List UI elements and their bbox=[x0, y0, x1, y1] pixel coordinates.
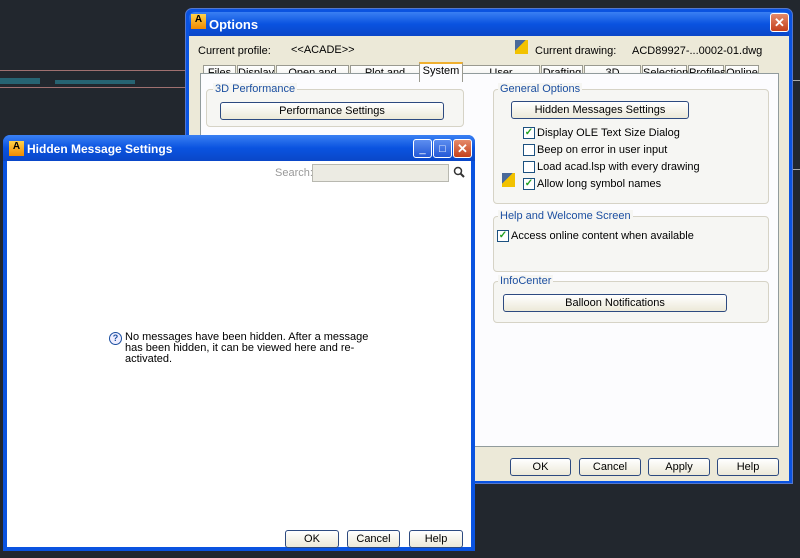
checkbox[interactable]: ✓ bbox=[523, 178, 535, 190]
search-input[interactable] bbox=[312, 164, 449, 182]
hidden-titlebar: A Hidden Message Settings _ □ ✕ bbox=[3, 135, 475, 161]
cad-text bbox=[55, 80, 135, 84]
search-icon[interactable] bbox=[453, 166, 465, 178]
checkbox-label: Allow long symbol names bbox=[537, 178, 662, 190]
tab-system[interactable]: System bbox=[419, 62, 463, 82]
minimize-button[interactable]: _ bbox=[413, 139, 432, 158]
autocad-icon: A bbox=[9, 141, 24, 156]
help-button[interactable]: Help bbox=[717, 458, 779, 476]
help-button[interactable]: Help bbox=[409, 530, 463, 548]
checkbox[interactable]: ✓ bbox=[523, 127, 535, 139]
cad-text bbox=[0, 78, 40, 84]
options-title: Options bbox=[209, 17, 259, 32]
checkbox-label: Load acad.lsp with every drawing bbox=[537, 161, 700, 173]
info-question-icon: ? bbox=[109, 332, 122, 345]
apply-button[interactable]: Apply bbox=[648, 458, 710, 476]
cancel-button[interactable]: Cancel bbox=[579, 458, 641, 476]
checkbox-label: Display OLE Text Size Dialog bbox=[537, 127, 680, 139]
cad-table-edge bbox=[792, 80, 800, 170]
current-drawing-label: Current drawing: bbox=[535, 45, 617, 57]
3d-performance-group-label: 3D Performance bbox=[213, 83, 298, 95]
drawing-icon bbox=[515, 40, 528, 54]
cancel-button[interactable]: Cancel bbox=[347, 530, 400, 548]
checkbox[interactable] bbox=[523, 144, 535, 156]
current-profile-value: <<ACADE>> bbox=[291, 44, 355, 56]
checkbox-label: Beep on error in user input bbox=[537, 144, 668, 156]
current-profile-label: Current profile: bbox=[198, 45, 271, 57]
checkbox[interactable] bbox=[523, 161, 535, 173]
help-welcome-group-label: Help and Welcome Screen bbox=[498, 210, 633, 222]
options-titlebar: A Options ✕ bbox=[189, 12, 789, 36]
search-label: Search: bbox=[275, 167, 313, 179]
performance-settings-button[interactable]: Performance Settings bbox=[220, 102, 444, 120]
general-options-group-label: General Options bbox=[498, 83, 583, 95]
hidden-title: Hidden Message Settings bbox=[27, 142, 173, 156]
infocenter-group-label: InfoCenter bbox=[498, 275, 554, 287]
drawing-icon bbox=[502, 173, 515, 187]
hidden-messages-settings-button[interactable]: Hidden Messages Settings bbox=[511, 101, 689, 119]
hidden-message-settings-window: A Hidden Message Settings _ □ ✕ Search: … bbox=[3, 135, 475, 551]
access-online-label: Access online content when available bbox=[511, 230, 694, 242]
ok-button[interactable]: OK bbox=[285, 530, 339, 548]
balloon-notifications-button[interactable]: Balloon Notifications bbox=[503, 294, 727, 312]
access-online-checkbox[interactable]: ✓ bbox=[497, 230, 509, 242]
autocad-icon: A bbox=[191, 14, 206, 29]
close-button[interactable]: ✕ bbox=[770, 13, 789, 32]
maximize-button[interactable]: □ bbox=[433, 139, 452, 158]
no-messages-text: No messages have been hidden. After a me… bbox=[125, 331, 369, 365]
current-drawing-value: ACD89927-...0002-01.dwg bbox=[632, 45, 763, 57]
ok-button[interactable]: OK bbox=[510, 458, 571, 476]
close-button[interactable]: ✕ bbox=[453, 139, 472, 158]
